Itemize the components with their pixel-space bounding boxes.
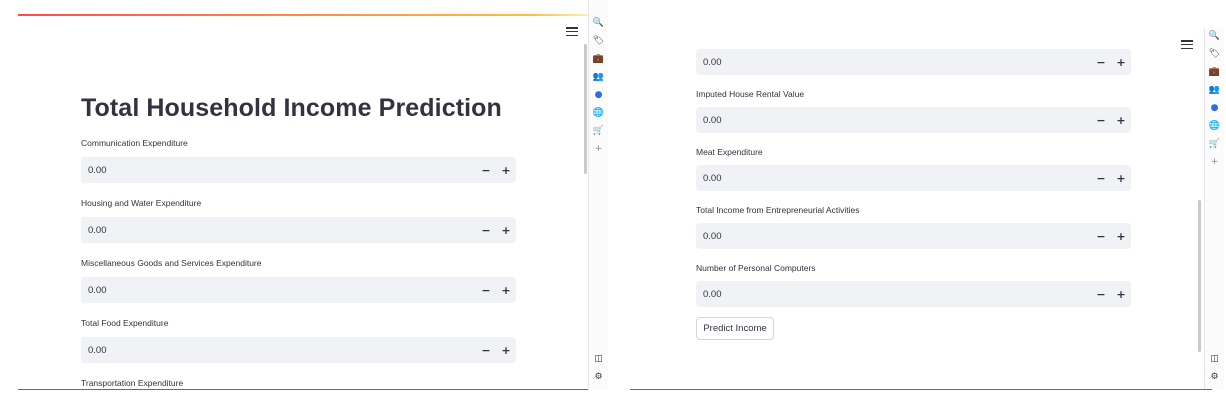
decrement-button[interactable]: −: [1091, 165, 1111, 191]
increment-button[interactable]: +: [496, 277, 516, 303]
increment-button[interactable]: +: [496, 157, 516, 183]
decrement-button[interactable]: −: [476, 217, 496, 243]
app-panel-left: Total Household Income Prediction Commun…: [0, 0, 608, 390]
increment-button[interactable]: +: [1111, 165, 1131, 191]
browser-sidebar: 🔍 🏷 💼 👥 ● 🌐 🛒 + ◫ ⚙: [588, 0, 608, 390]
number-input-imputed-rent[interactable]: 0.00 − +: [696, 107, 1131, 133]
decrement-button[interactable]: −: [476, 157, 496, 183]
hamburger-menu-icon[interactable]: [1181, 40, 1193, 49]
scrollbar-thumb[interactable]: [1198, 200, 1201, 352]
divider: [18, 389, 588, 390]
number-input-value[interactable]: 0.00: [696, 231, 1091, 242]
increment-button[interactable]: +: [1111, 281, 1131, 307]
number-input-meat[interactable]: 0.00 − +: [696, 165, 1131, 191]
field-label-personal-computers: Number of Personal Computers: [696, 263, 816, 273]
number-input-value[interactable]: 0.00: [696, 289, 1091, 300]
field-label-communication: Communication Expenditure: [81, 138, 188, 148]
increment-button[interactable]: +: [1111, 107, 1131, 133]
people-icon[interactable]: 👥: [1208, 84, 1221, 96]
scrollbar-thumb[interactable]: [584, 44, 587, 174]
predict-income-button[interactable]: Predict Income: [696, 317, 774, 340]
decrement-button[interactable]: −: [1091, 281, 1111, 307]
app-panel-right: 0.00 − + Imputed House Rental Value 0.00…: [616, 0, 1226, 390]
tag-icon[interactable]: 🏷: [1208, 48, 1221, 60]
number-input-value[interactable]: 0.00: [81, 285, 476, 296]
field-label-entrepreneurial: Total Income from Entrepreneurial Activi…: [696, 205, 860, 215]
number-input-communication[interactable]: 0.00 − +: [81, 157, 516, 183]
add-icon[interactable]: +: [592, 143, 605, 155]
hamburger-menu-icon[interactable]: [566, 27, 578, 36]
add-icon[interactable]: +: [1208, 156, 1221, 168]
number-input-value[interactable]: 0.00: [81, 225, 476, 236]
circle-icon[interactable]: ●: [1208, 102, 1221, 114]
decrement-button[interactable]: −: [1091, 49, 1111, 75]
globe-icon[interactable]: 🌐: [1208, 120, 1221, 132]
field-label-miscellaneous: Miscellaneous Goods and Services Expendi…: [81, 258, 262, 268]
decrement-button[interactable]: −: [1091, 107, 1111, 133]
field-label-housing-water: Housing and Water Expenditure: [81, 198, 202, 208]
number-input-miscellaneous[interactable]: 0.00 − +: [81, 277, 516, 303]
decrement-button[interactable]: −: [476, 277, 496, 303]
settings-icon[interactable]: ⚙: [592, 371, 605, 383]
search-icon[interactable]: 🔍: [1208, 30, 1221, 42]
search-icon[interactable]: 🔍: [592, 17, 605, 29]
field-label-meat: Meat Expenditure: [696, 147, 763, 157]
number-input-value[interactable]: 0.00: [696, 115, 1091, 126]
field-label-imputed-rent: Imputed House Rental Value: [696, 89, 805, 99]
field-label-total-food: Total Food Expenditure: [81, 318, 169, 328]
increment-button[interactable]: +: [496, 217, 516, 243]
briefcase-icon[interactable]: 💼: [592, 53, 605, 65]
number-input-value[interactable]: 0.00: [81, 165, 476, 176]
header-decoration: [18, 14, 588, 16]
settings-icon[interactable]: ⚙: [1208, 371, 1221, 383]
field-label-transportation: Transportation Expenditure: [81, 378, 184, 388]
increment-button[interactable]: +: [1111, 223, 1131, 249]
cart-icon[interactable]: 🛒: [1208, 138, 1221, 150]
number-input-value[interactable]: 0.00: [81, 345, 476, 356]
circle-icon[interactable]: ●: [592, 89, 605, 101]
number-input-total-food[interactable]: 0.00 − +: [81, 337, 516, 363]
page-title: Total Household Income Prediction: [81, 94, 502, 122]
number-input-housing-water[interactable]: 0.00 − +: [81, 217, 516, 243]
panel-icon[interactable]: ◫: [592, 353, 605, 365]
people-icon[interactable]: 👥: [592, 71, 605, 83]
number-input-entrepreneurial[interactable]: 0.00 − +: [696, 223, 1131, 249]
decrement-button[interactable]: −: [476, 337, 496, 363]
increment-button[interactable]: +: [1111, 49, 1131, 75]
decrement-button[interactable]: −: [1091, 223, 1111, 249]
number-input-value[interactable]: 0.00: [696, 57, 1091, 68]
cart-icon[interactable]: 🛒: [592, 125, 605, 137]
divider: [630, 389, 1212, 390]
number-input-previous[interactable]: 0.00 − +: [696, 49, 1131, 75]
screenshot-root: Total Household Income Prediction Commun…: [0, 0, 1226, 402]
briefcase-icon[interactable]: 💼: [1208, 66, 1221, 78]
tag-icon[interactable]: 🏷: [592, 35, 605, 47]
globe-icon[interactable]: 🌐: [592, 107, 605, 119]
panel-icon[interactable]: ◫: [1208, 353, 1221, 365]
browser-sidebar: 🔍 🏷 💼 👥 ● 🌐 🛒 + ◫ ⚙: [1204, 28, 1224, 390]
number-input-value[interactable]: 0.00: [696, 173, 1091, 184]
number-input-personal-computers[interactable]: 0.00 − +: [696, 281, 1131, 307]
increment-button[interactable]: +: [496, 337, 516, 363]
